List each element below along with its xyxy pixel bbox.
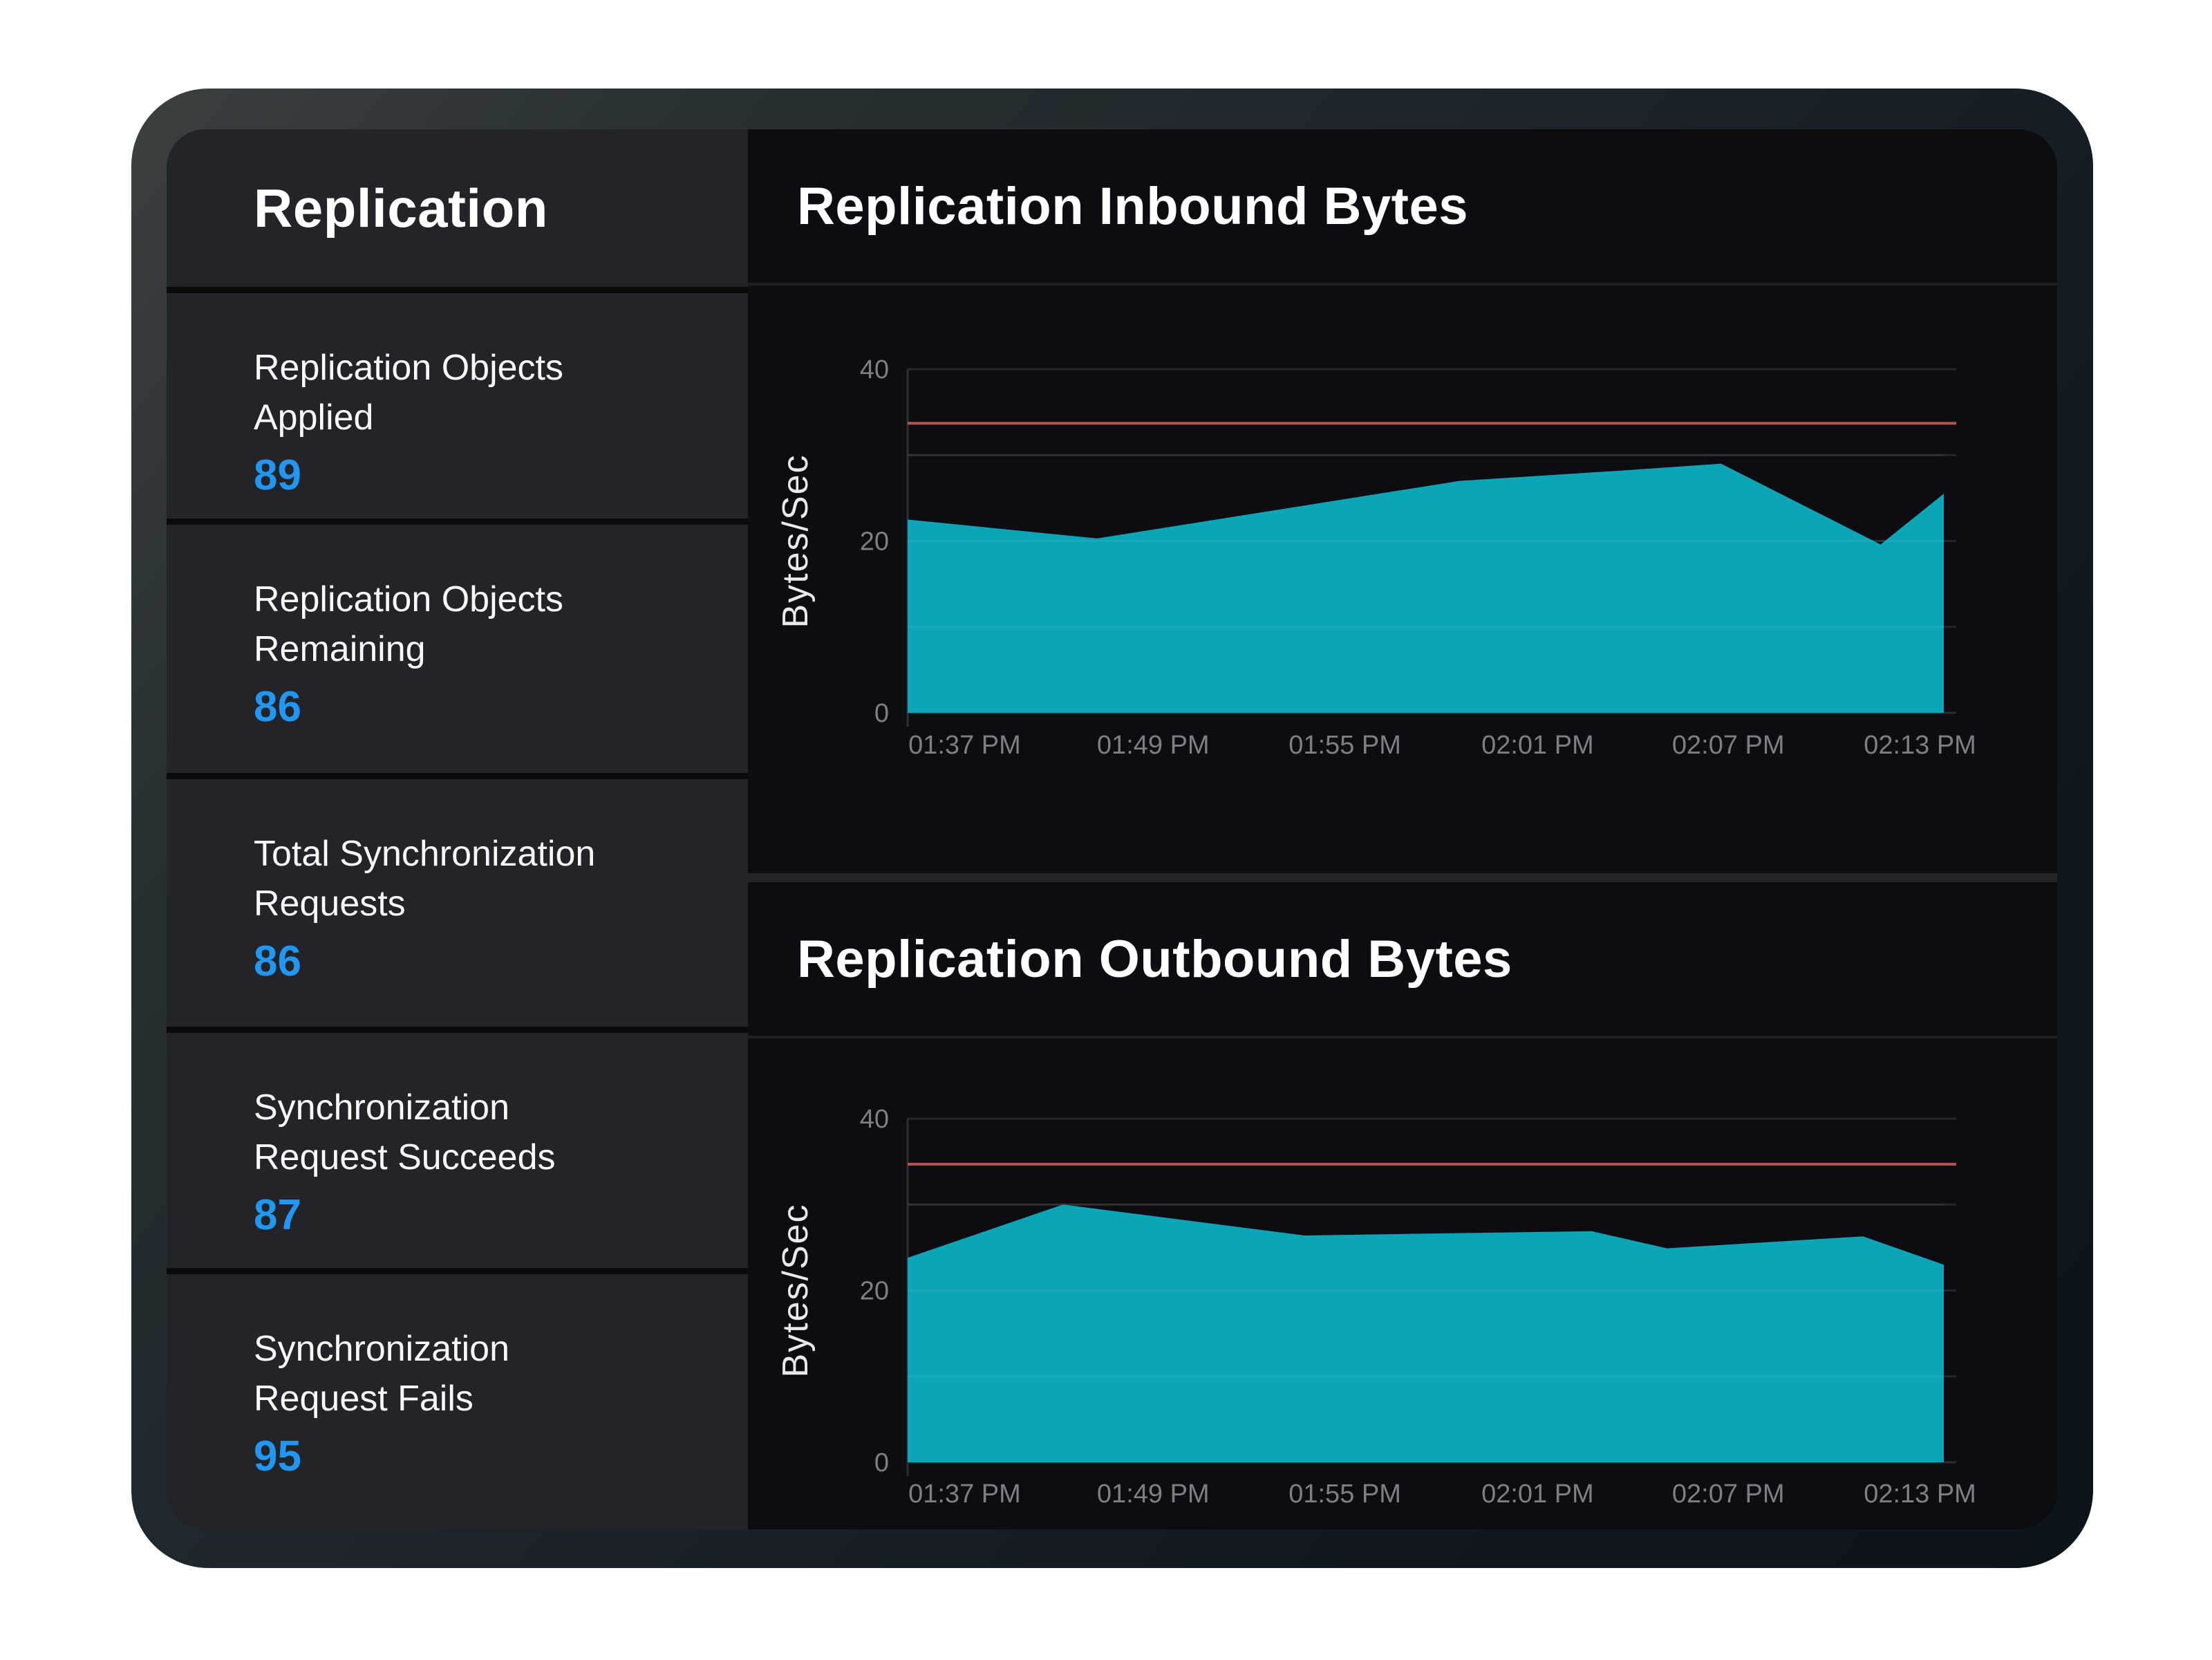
metric-value: 86 (254, 678, 720, 736)
svg-text:01:37 PM: 01:37 PM (908, 1480, 1021, 1509)
metric-row: Replication Objects Applied 89 (167, 293, 748, 519)
svg-text:Bytes/Sec: Bytes/Sec (776, 454, 816, 628)
outbound-chart-title: Replication Outbound Bytes (797, 929, 1512, 989)
svg-text:02:13 PM: 02:13 PM (1864, 731, 1976, 760)
inbound-chart-header: Replication Inbound Bytes (748, 129, 2057, 286)
sidebar-row-divider (167, 1268, 748, 1274)
svg-text:40: 40 (860, 1105, 889, 1134)
svg-text:01:49 PM: 01:49 PM (1097, 731, 1210, 760)
metric-label: Replication Objects Remaining (254, 575, 648, 674)
sidebar-row-divider (167, 773, 748, 779)
svg-text:01:55 PM: 01:55 PM (1288, 731, 1401, 760)
outbound-chart-header: Replication Outbound Bytes (748, 882, 2057, 1038)
outbound-chart-panel: 0 20 40 01:37 PM 01:49 PM 01:55 PM 02:01 PM 02:… (748, 882, 2057, 1529)
sidebar-title: Replication (254, 177, 548, 240)
metric-label: Synchronization Request Succeeds (254, 1083, 648, 1182)
metric-label: Synchronization Request Fails (254, 1324, 648, 1424)
inbound-chart-panel: 0 20 40 01:37 PM 01:49 PM 01:55 PM 02:01 PM 02:… (748, 129, 2057, 873)
svg-text:02:07 PM: 02:07 PM (1672, 731, 1785, 760)
svg-text:02:01 PM: 02:01 PM (1481, 731, 1594, 760)
svg-text:40: 40 (860, 355, 889, 384)
sidebar-header: Replication (167, 129, 748, 287)
sidebar-header-divider (167, 287, 748, 293)
sidebar-row-divider (167, 519, 748, 525)
svg-text:01:55 PM: 01:55 PM (1288, 1480, 1401, 1509)
metric-value: 86 (254, 933, 720, 991)
svg-text:20: 20 (860, 1277, 889, 1306)
svg-text:0: 0 (874, 699, 889, 728)
sidebar-row-divider (167, 1027, 748, 1033)
metric-row: Synchronization Request Succeeds 87 (167, 1033, 748, 1268)
metric-value: 89 (254, 447, 720, 505)
dashboard-card: Replication Replication Objects Applied … (131, 88, 2093, 1568)
inbound-chart-title: Replication Inbound Bytes (797, 176, 1468, 236)
svg-text:01:37 PM: 01:37 PM (908, 731, 1021, 760)
svg-text:02:01 PM: 02:01 PM (1481, 1480, 1594, 1509)
svg-text:02:07 PM: 02:07 PM (1672, 1480, 1785, 1509)
svg-text:01:49 PM: 01:49 PM (1097, 1480, 1210, 1509)
metric-row: Replication Objects Remaining 86 (167, 525, 748, 773)
sidebar-replication-stats: Replication Replication Objects Applied … (167, 129, 748, 1529)
panel-divider (748, 873, 2057, 882)
svg-text:20: 20 (860, 528, 889, 557)
metric-label: Total Synchronization Requests (254, 829, 648, 929)
metric-row: Total Synchronization Requests 86 (167, 779, 748, 1027)
metric-value: 87 (254, 1186, 720, 1244)
metric-list: Replication Objects Applied 89 Replicati… (167, 293, 748, 1529)
svg-text:Bytes/Sec: Bytes/Sec (776, 1203, 816, 1377)
metric-row: Synchronization Request Fails 95 (167, 1274, 748, 1527)
metric-value: 95 (254, 1428, 720, 1486)
metric-label: Replication Objects Applied (254, 343, 648, 442)
dashboard-page: Replication Replication Objects Applied … (0, 0, 2212, 1660)
svg-text:02:13 PM: 02:13 PM (1864, 1480, 1976, 1509)
svg-text:0: 0 (874, 1448, 889, 1477)
